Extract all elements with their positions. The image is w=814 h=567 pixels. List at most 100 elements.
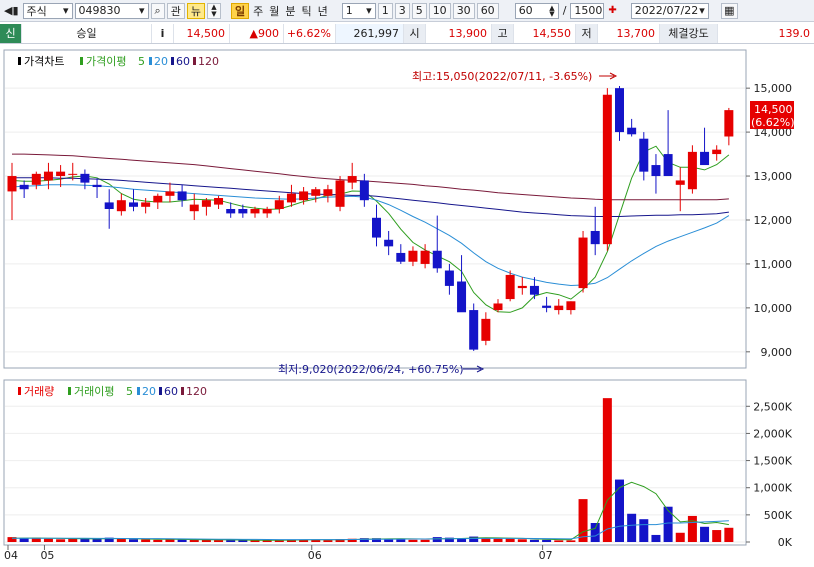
- legend-vma5[interactable]: 5: [126, 385, 133, 398]
- candle-down: [542, 305, 552, 308]
- tab-weekly[interactable]: 주: [251, 3, 265, 19]
- legend-vma-label[interactable]: 거래이평: [74, 385, 114, 398]
- volume-bar: [517, 539, 527, 542]
- volume-bar: [578, 499, 588, 542]
- search-icon: ⌕: [154, 3, 161, 17]
- max-count-field[interactable]: 1500: [570, 2, 605, 19]
- tab-yearly[interactable]: 년: [316, 3, 330, 19]
- candle-up: [481, 318, 491, 341]
- price-tick-label: 9,000: [761, 346, 793, 359]
- date-picker[interactable]: 2022/07/22 ▾: [630, 2, 709, 19]
- legend-ma60[interactable]: 60: [176, 55, 190, 68]
- current-price: 14,500: [174, 23, 230, 43]
- watchlist-button[interactable]: 관: [166, 2, 185, 19]
- candle-down: [457, 281, 467, 313]
- legend-vma120[interactable]: 120: [186, 385, 207, 398]
- chart-settings-button[interactable]: ▦: [720, 2, 738, 19]
- volume-bar: [129, 539, 138, 542]
- candle-down: [177, 191, 187, 201]
- candle-down: [627, 127, 637, 135]
- info-button[interactable]: i: [152, 23, 174, 43]
- candle-down: [238, 209, 248, 214]
- stock-code-input[interactable]: 049830 ▾: [74, 2, 149, 19]
- legend-ma120-swatch: [193, 57, 196, 65]
- legend-vma60[interactable]: 60: [164, 385, 178, 398]
- max-count-value: 1500: [574, 4, 603, 17]
- legend-ma120[interactable]: 120: [198, 55, 219, 68]
- volume-bar: [505, 538, 515, 542]
- volume-bar: [420, 539, 430, 542]
- candle-up: [68, 173, 78, 175]
- candle-down: [92, 184, 102, 188]
- plus-minus-icon[interactable]: ✚: [606, 5, 618, 16]
- tab-minute[interactable]: 분: [283, 3, 297, 19]
- legend-ma20-swatch: [149, 57, 152, 65]
- stock-code-value: 049830: [78, 4, 121, 17]
- search-button[interactable]: ⌕: [150, 2, 165, 19]
- candle-down: [432, 250, 442, 269]
- interval-1-button[interactable]: 1: [377, 2, 393, 19]
- legend-vma60-swatch: [159, 387, 162, 395]
- market-select[interactable]: 주식 ▾: [22, 2, 73, 19]
- candle-down: [129, 202, 138, 207]
- chart-area[interactable]: 15,000 14,000 13,000 12,000 11,000 10,000 9,00…: [0, 45, 814, 564]
- legend-ma5[interactable]: 5: [138, 55, 145, 68]
- chart-svg[interactable]: 15,00014,00013,00012,00011,00010,0009,00…: [0, 45, 814, 564]
- volume-bar: [238, 540, 248, 542]
- x-tick-label: 07: [539, 549, 553, 562]
- volume-bar: [432, 537, 442, 542]
- strength-value: 139.0: [778, 26, 811, 40]
- high-label: 고: [492, 23, 514, 43]
- interval-10-button[interactable]: 10: [428, 2, 451, 19]
- candle-up: [7, 176, 17, 192]
- volume-tick-label: 2,500K: [753, 400, 792, 413]
- candle-down: [372, 217, 381, 238]
- candle-up: [724, 110, 734, 137]
- interval-60-button[interactable]: 60: [476, 2, 499, 19]
- candle-up: [578, 237, 588, 289]
- legend-ma20[interactable]: 20: [154, 55, 168, 68]
- panel-toggle-icon[interactable]: ◀▮: [2, 4, 21, 17]
- tab-daily[interactable]: 일: [230, 2, 250, 19]
- spin-button[interactable]: ▲ ▼: [206, 2, 221, 19]
- volume-tick-label: 500K: [764, 509, 793, 522]
- price-tick-label: 13,000: [754, 170, 793, 183]
- count-input[interactable]: 60 ▲ ▼: [514, 2, 559, 19]
- volume-bar: [214, 540, 224, 542]
- candle-up: [214, 198, 224, 205]
- candle-down: [80, 173, 90, 183]
- candle-up: [116, 200, 126, 212]
- interval-30-button[interactable]: 30: [452, 2, 475, 19]
- price-tick-label: 10,000: [754, 302, 793, 315]
- legend-ma5-swatch: [80, 57, 83, 65]
- legend-price-chart[interactable]: 가격차트: [24, 55, 64, 68]
- candle-down: [639, 138, 649, 172]
- strength-label: 체결강도: [660, 23, 718, 43]
- chevron-down-icon: ▾: [138, 4, 145, 17]
- tab-tick[interactable]: 틱: [299, 3, 313, 19]
- volume-bar: [92, 539, 102, 542]
- low-label: 저: [576, 23, 598, 43]
- legend-vma20-swatch: [137, 387, 140, 395]
- candle-up: [602, 94, 612, 245]
- candle-up: [31, 173, 41, 185]
- legend-volume[interactable]: 거래량: [24, 385, 54, 398]
- legend-vma20[interactable]: 20: [142, 385, 156, 398]
- interval-3-button[interactable]: 3: [394, 2, 410, 19]
- news-button[interactable]: 뉴: [186, 2, 205, 19]
- candle-down: [700, 151, 710, 166]
- candle-down: [529, 285, 539, 295]
- volume-bar: [141, 539, 151, 542]
- candle-up: [56, 171, 66, 177]
- interval-select[interactable]: 1 ▾: [341, 2, 376, 19]
- low-price: 13,700: [598, 23, 660, 43]
- candle-up: [675, 180, 685, 185]
- interval-5-button[interactable]: 5: [411, 2, 427, 19]
- candle-down: [19, 184, 29, 190]
- volume-bar: [116, 538, 126, 542]
- tab-monthly[interactable]: 월: [267, 3, 281, 19]
- candle-down: [444, 270, 454, 286]
- volume-bar: [639, 519, 649, 542]
- legend-ma-label[interactable]: 가격이평: [86, 55, 126, 68]
- volume-tick-label: 2,000K: [753, 427, 792, 440]
